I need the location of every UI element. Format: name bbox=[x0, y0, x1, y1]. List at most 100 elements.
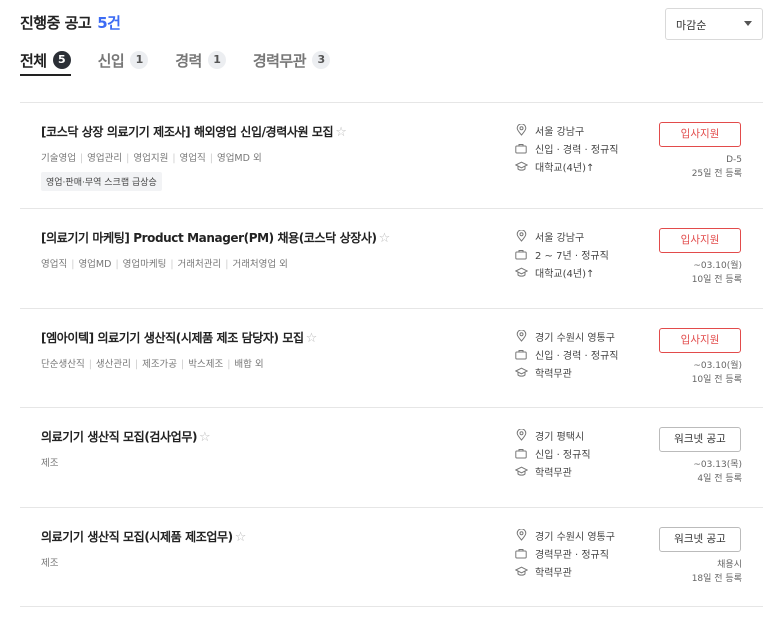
apply-button[interactable]: 워크넷 공고 bbox=[659, 527, 741, 552]
job-career-row: 경력무관 · 정규직 bbox=[514, 544, 615, 562]
job-title-text: [엠아이텍] 의료기기 생산직(시제품 제조 담당자) 모집 bbox=[41, 331, 304, 345]
job-tag: 영업마케팅 bbox=[122, 259, 167, 270]
tag-separator: | bbox=[227, 359, 231, 370]
job-meta: 경기 평택시 신입 · 정규직 학력무관 bbox=[514, 426, 591, 480]
job-tag: 생산관리 bbox=[95, 359, 131, 370]
job-tags: 단순생산직 | 생산관리 | 제조가공 | 박스제조 | 배합 외 bbox=[41, 356, 264, 370]
tab-count-badge: 1 bbox=[207, 51, 226, 69]
tag-separator: | bbox=[79, 153, 84, 164]
job-dates: ~03.13(목) 4일 전 등록 bbox=[693, 458, 742, 486]
job-education-row: 대학교(4년)↑ bbox=[514, 157, 618, 175]
job-meta: 경기 수원시 영통구 신입 · 경력 · 정규직 학력무관 bbox=[514, 327, 618, 381]
job-count: 5건 bbox=[97, 14, 121, 32]
job-tag: 제조 bbox=[41, 558, 59, 569]
job-title[interactable]: 의료기기 생산직 모집(검사업무) ☆ bbox=[41, 428, 211, 445]
tab-any-experience[interactable]: 경력무관 3 bbox=[252, 48, 331, 72]
job-education: 학력무관 bbox=[535, 368, 572, 380]
job-title[interactable]: [엠아이텍] 의료기기 생산직(시제품 제조 담당자) 모집 ☆ bbox=[41, 329, 317, 346]
job-tags: 제조 bbox=[41, 555, 58, 569]
job-posted: 10일 전 등록 bbox=[691, 275, 742, 285]
job-tag: 제조가공 bbox=[142, 359, 178, 370]
pin-icon bbox=[514, 529, 528, 541]
graduation-cap-icon bbox=[514, 161, 528, 172]
job-deadline: D-5 bbox=[726, 155, 742, 165]
tab-entry-level[interactable]: 신입 1 bbox=[98, 48, 149, 72]
pin-icon bbox=[514, 124, 528, 136]
job-location-row: 경기 수원시 영통구 bbox=[514, 327, 618, 345]
apply-button[interactable]: 입사지원 bbox=[659, 122, 741, 147]
tab-count-badge: 1 bbox=[130, 51, 149, 69]
job-meta: 서울 강남구 2 ~ 7년 · 정규직 대학교(4년)↑ bbox=[514, 227, 609, 281]
star-outline-icon[interactable]: ☆ bbox=[335, 125, 347, 140]
job-item: 의료기기 생산직 모집(시제품 제조업무) ☆ 제조 경기 수원시 영통구 경력무… bbox=[20, 508, 763, 607]
tab-count-badge: 5 bbox=[52, 51, 71, 69]
tab-label: 신입 bbox=[97, 51, 125, 70]
job-tag: 거래처관리 bbox=[177, 259, 222, 270]
job-career: 경력무관 · 정규직 bbox=[535, 549, 609, 561]
sort-selected-label: 마감순 bbox=[676, 19, 707, 32]
sort-select[interactable]: 마감순 bbox=[665, 8, 763, 40]
job-location: 서울 강남구 bbox=[535, 126, 585, 138]
job-tag: 기술영업 bbox=[41, 153, 76, 164]
apply-button[interactable]: 워크넷 공고 bbox=[659, 427, 741, 452]
tab-label: 경력 bbox=[175, 51, 202, 70]
job-education-row: 학력무관 bbox=[514, 462, 591, 480]
job-location: 서울 강남구 bbox=[535, 232, 585, 244]
caret-down-icon bbox=[744, 21, 752, 26]
job-meta: 경기 수원시 영통구 경력무관 · 정규직 학력무관 bbox=[514, 526, 615, 580]
star-outline-icon[interactable]: ☆ bbox=[379, 231, 391, 246]
job-location-row: 서울 강남구 bbox=[514, 227, 609, 245]
tag-separator: | bbox=[126, 153, 130, 164]
graduation-cap-icon bbox=[514, 466, 528, 477]
briefcase-icon bbox=[514, 548, 528, 559]
job-education-row: 학력무관 bbox=[514, 363, 618, 381]
job-education: 대학교(4년)↑ bbox=[535, 162, 595, 174]
job-education: 학력무관 bbox=[535, 467, 572, 479]
page-title-text: 진행중 공고 bbox=[20, 14, 92, 32]
filter-tabs: 전체 5 신입 1 경력 1 경력무관 3 bbox=[20, 48, 331, 76]
job-title[interactable]: [코스닥 상장 의료기기 제조사] 해외영업 신입/경력사원 모집 ☆ bbox=[41, 123, 347, 140]
apply-button[interactable]: 입사지원 bbox=[659, 228, 741, 253]
pin-icon bbox=[514, 429, 528, 441]
star-outline-icon[interactable]: ☆ bbox=[235, 530, 247, 545]
job-item: 의료기기 생산직 모집(검사업무) ☆ 제조 경기 평택시 신입 · 정규직 학력… bbox=[20, 408, 763, 508]
job-education-row: 대학교(4년)↑ bbox=[514, 263, 609, 281]
briefcase-icon bbox=[514, 448, 528, 459]
star-outline-icon[interactable]: ☆ bbox=[199, 430, 211, 445]
job-title[interactable]: 의료기기 생산직 모집(시제품 제조업무) ☆ bbox=[41, 528, 246, 545]
briefcase-icon bbox=[514, 249, 528, 260]
job-education-row: 학력무관 bbox=[514, 562, 615, 580]
tag-separator: | bbox=[225, 259, 229, 270]
tab-label: 경력무관 bbox=[252, 51, 307, 70]
graduation-cap-icon bbox=[514, 267, 528, 278]
graduation-cap-icon bbox=[514, 566, 528, 577]
job-trend-chip: 영업·판매·무역 스크랩 급상승 bbox=[41, 172, 162, 191]
job-deadline: ~03.13(목) bbox=[693, 460, 742, 470]
job-education: 학력무관 bbox=[535, 567, 572, 579]
job-title[interactable]: [의료기기 마케팅] Product Manager(PM) 채용(코스닥 상장… bbox=[41, 229, 390, 246]
job-tag: 박스제조 bbox=[188, 359, 224, 370]
star-outline-icon[interactable]: ☆ bbox=[306, 331, 318, 346]
apply-button[interactable]: 입사지원 bbox=[659, 328, 741, 353]
job-career-row: 신입 · 정규직 bbox=[514, 444, 591, 462]
job-location-row: 서울 강남구 bbox=[514, 121, 618, 139]
job-tag: 영업직 bbox=[41, 259, 68, 270]
job-title-text: [의료기기 마케팅] Product Manager(PM) 채용(코스닥 상장… bbox=[41, 231, 377, 245]
tag-separator: | bbox=[134, 359, 139, 370]
job-tag: 거래처영업 외 bbox=[232, 259, 288, 270]
job-career: 신입 · 경력 · 정규직 bbox=[535, 144, 619, 156]
job-location-row: 경기 수원시 영통구 bbox=[514, 526, 615, 544]
job-location-row: 경기 평택시 bbox=[514, 426, 591, 444]
job-education: 대학교(4년)↑ bbox=[535, 268, 595, 280]
tab-all[interactable]: 전체 5 bbox=[20, 48, 71, 76]
job-location: 경기 평택시 bbox=[535, 431, 585, 443]
job-location: 경기 수원시 영통구 bbox=[535, 531, 615, 543]
page-title: 진행중 공고 5건 bbox=[20, 12, 121, 33]
job-meta: 서울 강남구 신입 · 경력 · 정규직 대학교(4년)↑ bbox=[514, 121, 618, 175]
job-title-text: 의료기기 생산직 모집(검사업무) bbox=[41, 430, 198, 444]
job-tags: 영업직 | 영업MD | 영업마케팅 | 거래처관리 | 거래처영업 외 bbox=[41, 256, 288, 270]
job-posted: 4일 전 등록 bbox=[697, 474, 742, 484]
tag-separator: | bbox=[181, 359, 185, 370]
tab-experienced[interactable]: 경력 1 bbox=[175, 48, 226, 72]
briefcase-icon bbox=[514, 349, 528, 360]
